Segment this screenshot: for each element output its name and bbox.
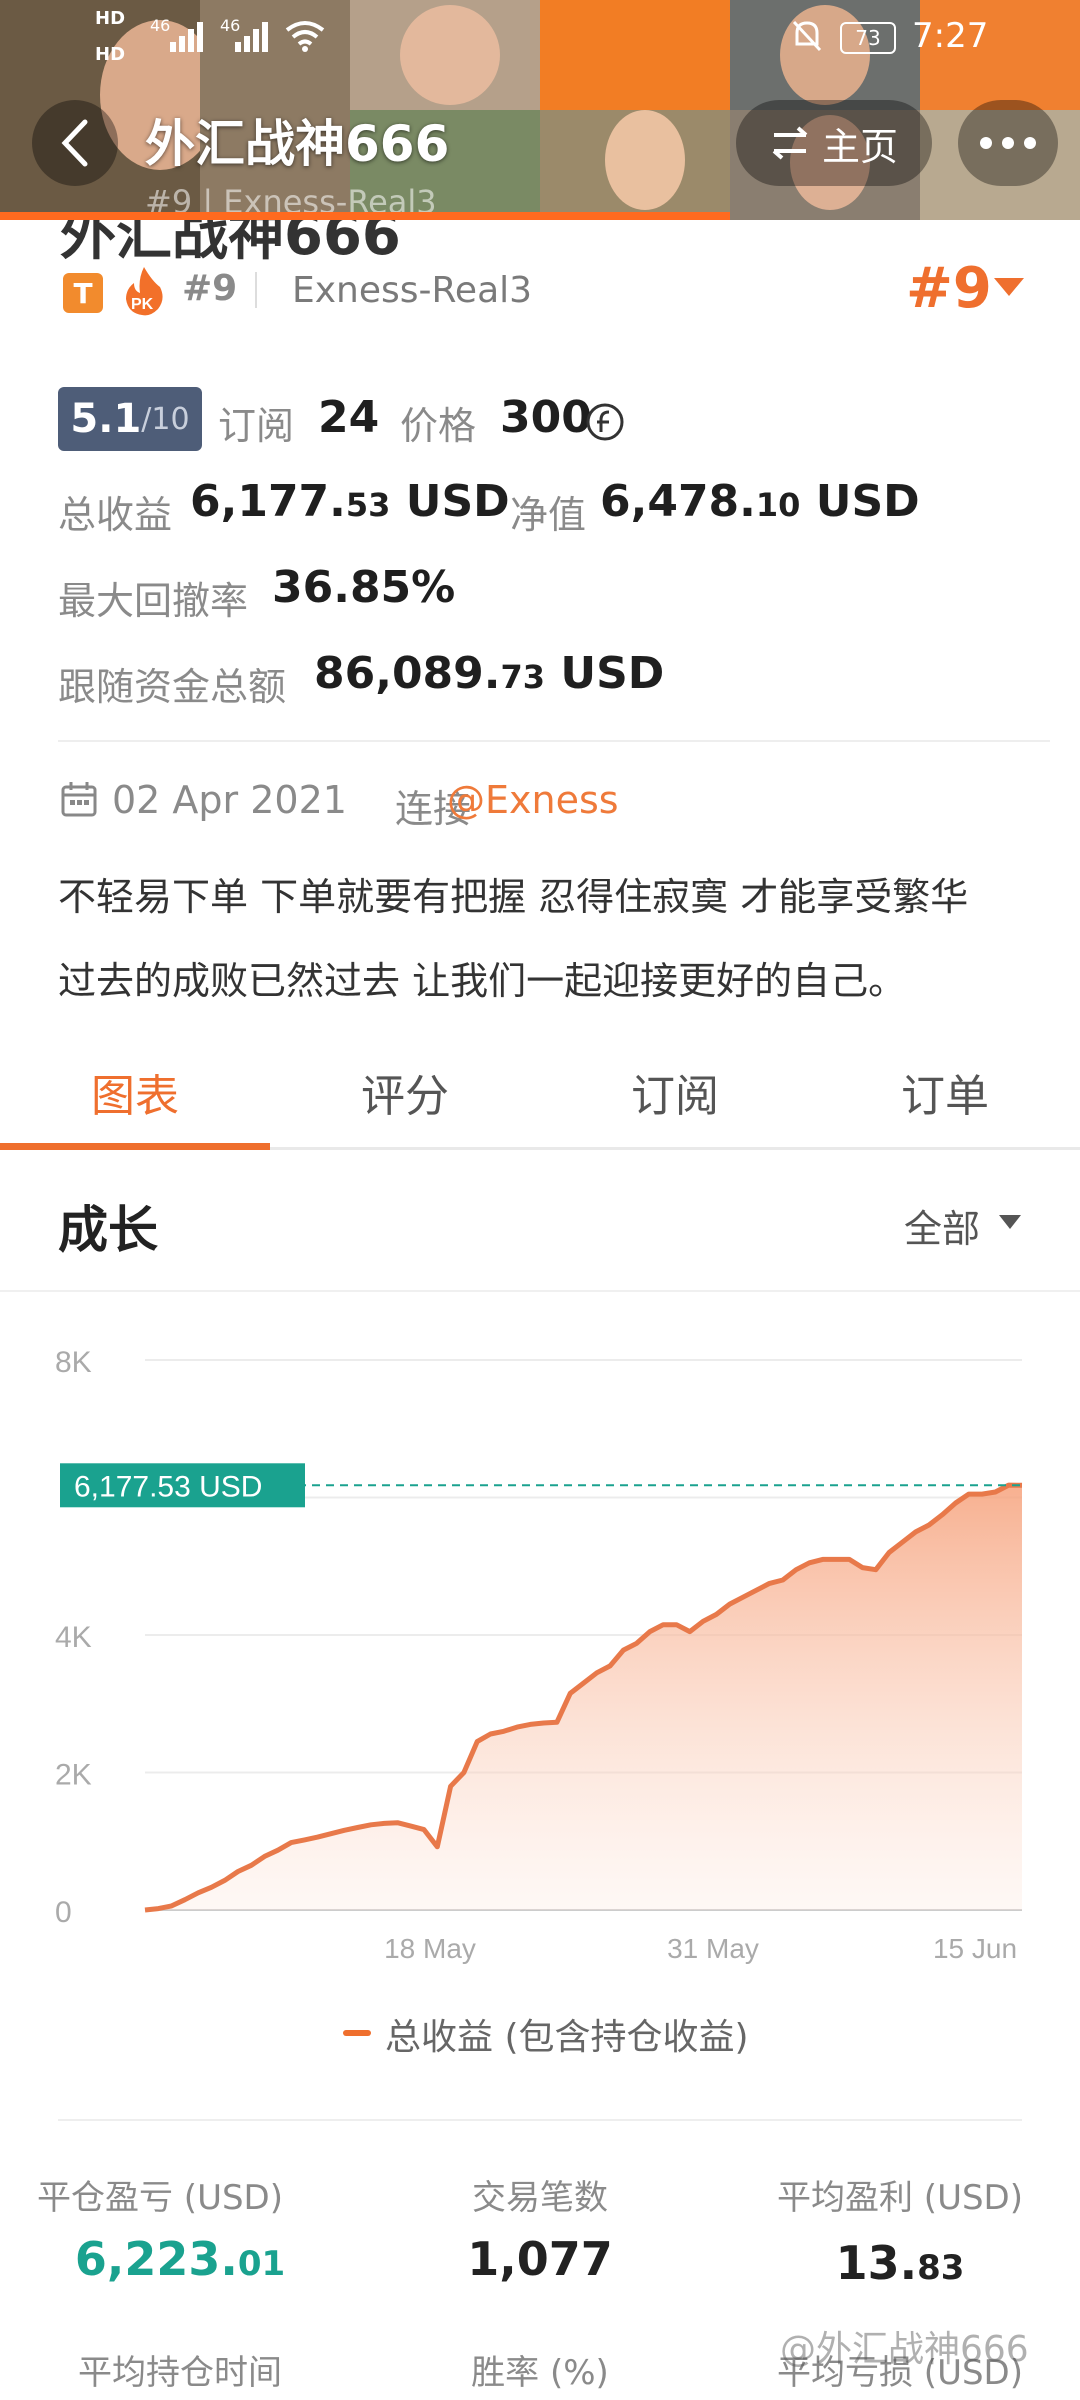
equity-int: 6,478. bbox=[600, 476, 756, 527]
tab-rating[interactable]: 评分 bbox=[270, 1060, 540, 1124]
total-profit-dec: 53 bbox=[345, 486, 391, 524]
bio-line-1: 不轻易下单 下单就要有把握 忍得住寂寞 才能享受繁华 bbox=[58, 875, 969, 919]
growth-filter[interactable]: 全部 bbox=[904, 1198, 980, 1253]
x-tick-label: 18 May bbox=[384, 1933, 476, 1964]
status-bar: HD HD 46 46 73 7:27 bbox=[0, 0, 1080, 70]
equity-value: 6,478.10 USD bbox=[600, 476, 920, 527]
rank-dropdown-icon[interactable] bbox=[992, 276, 1026, 298]
drawdown-label: 最大回撤率 bbox=[58, 579, 249, 623]
total-profit-label: 总收益 bbox=[58, 493, 173, 537]
signal-icon bbox=[235, 22, 268, 52]
y-tick-label: 2K bbox=[55, 1759, 92, 1792]
chart-x-ticks: 18 May 31 May 15 Jun bbox=[384, 1933, 1017, 1964]
avg-profit-dec: 83 bbox=[917, 2248, 965, 2288]
tab-active-indicator bbox=[0, 1143, 270, 1150]
back-button[interactable] bbox=[32, 100, 118, 186]
clock: 7:27 bbox=[912, 16, 989, 56]
page-title: 外汇战神666 bbox=[145, 115, 450, 173]
divider bbox=[255, 272, 257, 308]
filter-dropdown-icon[interactable] bbox=[998, 1214, 1022, 1230]
tab-chart[interactable]: 图表 bbox=[0, 1060, 270, 1124]
avg-profit-label: 平均盈利 (USD) bbox=[777, 2178, 1023, 2218]
close-pl-label: 平仓盈亏 (USD) bbox=[37, 2178, 283, 2218]
price-value: 300 bbox=[500, 392, 592, 443]
header-accent-line bbox=[0, 212, 730, 220]
mute-bell-icon bbox=[792, 20, 822, 52]
trader-badge: T bbox=[63, 273, 103, 313]
drawdown-value: 36.85% bbox=[272, 562, 456, 613]
divider bbox=[0, 1290, 1080, 1292]
more-dots-icon bbox=[980, 137, 1036, 149]
current-value-label: 6,177.53 USD bbox=[74, 1470, 262, 1503]
legend-swatch bbox=[343, 2030, 371, 2036]
subscribe-count: 24 bbox=[318, 392, 380, 443]
follow-funds-label: 跟随资金总额 bbox=[58, 665, 287, 709]
home-button[interactable]: 主页 bbox=[736, 100, 932, 186]
connect-date: 02 Apr 2021 bbox=[112, 778, 347, 822]
home-label: 主页 bbox=[821, 124, 898, 169]
y-tick-label: 8K bbox=[55, 1346, 92, 1379]
winrate-label: 胜率 (%) bbox=[471, 2353, 609, 2393]
hd-badge: HD bbox=[95, 44, 126, 65]
battery-level: 73 bbox=[855, 26, 881, 50]
signal-icon bbox=[170, 22, 203, 52]
trades-label: 交易笔数 bbox=[472, 2178, 608, 2218]
total-profit-int: 6,177. bbox=[190, 476, 346, 527]
follow-funds-unit: USD bbox=[560, 648, 665, 699]
total-profit-unit: USD bbox=[405, 476, 510, 527]
watermark: @外汇战神666 bbox=[780, 2329, 1029, 2370]
server-name: Exness-Real3 bbox=[292, 270, 533, 311]
calendar-icon bbox=[61, 782, 97, 817]
battery-icon: 73 bbox=[840, 22, 896, 54]
avg-profit-value: 13.83 bbox=[770, 2236, 1030, 2290]
divider bbox=[58, 2119, 1022, 2121]
growth-title: 成长 bbox=[58, 1201, 158, 1259]
bio-line-2: 过去的成败已然过去 让我们一起迎接更好的自己。 bbox=[58, 959, 907, 1003]
hd-badge: HD bbox=[95, 8, 126, 29]
close-pl-dec: 01 bbox=[237, 2244, 286, 2284]
x-tick-label: 31 May bbox=[667, 1933, 759, 1964]
equity-unit: USD bbox=[815, 476, 920, 527]
rank-small: #9 bbox=[182, 268, 238, 309]
price-label: 价格 bbox=[400, 404, 477, 448]
rank-large: #9 bbox=[906, 256, 992, 321]
wifi-icon bbox=[285, 21, 325, 52]
trades-value: 1,077 bbox=[467, 2232, 613, 2286]
y-tick-label: 4K bbox=[55, 1621, 92, 1654]
back-arrow-icon bbox=[61, 119, 88, 167]
header-banner: HD HD 46 46 73 7:27 #9 | Exness-Real3 外汇… bbox=[0, 0, 1080, 220]
y-tick-label: 0 bbox=[55, 1896, 72, 1929]
tab-orders[interactable]: 订单 bbox=[810, 1060, 1080, 1124]
avg-hold-label: 平均持仓时间 bbox=[78, 2353, 282, 2393]
close-pl-value: 6,223.01 bbox=[30, 2232, 330, 2286]
x-tick-label: 15 Jun bbox=[933, 1933, 1017, 1964]
legend-label: 总收益 (包含持仓收益) bbox=[385, 2017, 749, 2058]
equity-label: 净值 bbox=[510, 493, 587, 537]
more-button[interactable] bbox=[958, 100, 1058, 186]
pk-flame-icon: PK bbox=[126, 267, 163, 316]
follow-funds-int: 86,089. bbox=[314, 648, 501, 699]
signal-label: 46 bbox=[150, 16, 171, 35]
pk-label: PK bbox=[131, 296, 154, 313]
coin-icon bbox=[586, 403, 624, 441]
top-app-bar: 外汇战神666 主页 bbox=[0, 92, 1080, 202]
total-profit-value: 6,177.53 USD bbox=[190, 476, 510, 527]
follow-funds-dec: 73 bbox=[500, 658, 546, 696]
chart-y-ticks: 8K 4K 2K 0 bbox=[55, 1346, 92, 1929]
close-pl-int: 6,223. bbox=[74, 2232, 238, 2286]
growth-chart[interactable]: 8K 4K 2K 0 18 May 31 May 15 Jun 6,177.53 USD bbox=[0, 1300, 1080, 2000]
subscribe-label: 订阅 bbox=[218, 404, 295, 448]
broker-link[interactable]: @Exness bbox=[447, 778, 619, 822]
follow-funds-value: 86,089.73 USD bbox=[314, 648, 664, 699]
avg-profit-int: 13. bbox=[835, 2236, 918, 2290]
tab-subscribe[interactable]: 订阅 bbox=[540, 1060, 810, 1124]
swap-icon bbox=[772, 126, 808, 160]
divider bbox=[58, 740, 1050, 742]
equity-dec: 10 bbox=[755, 486, 801, 524]
score-badge: 5.1 /10 bbox=[58, 387, 202, 451]
score-value: 5.1 bbox=[70, 396, 142, 442]
score-max: /10 bbox=[141, 401, 190, 437]
